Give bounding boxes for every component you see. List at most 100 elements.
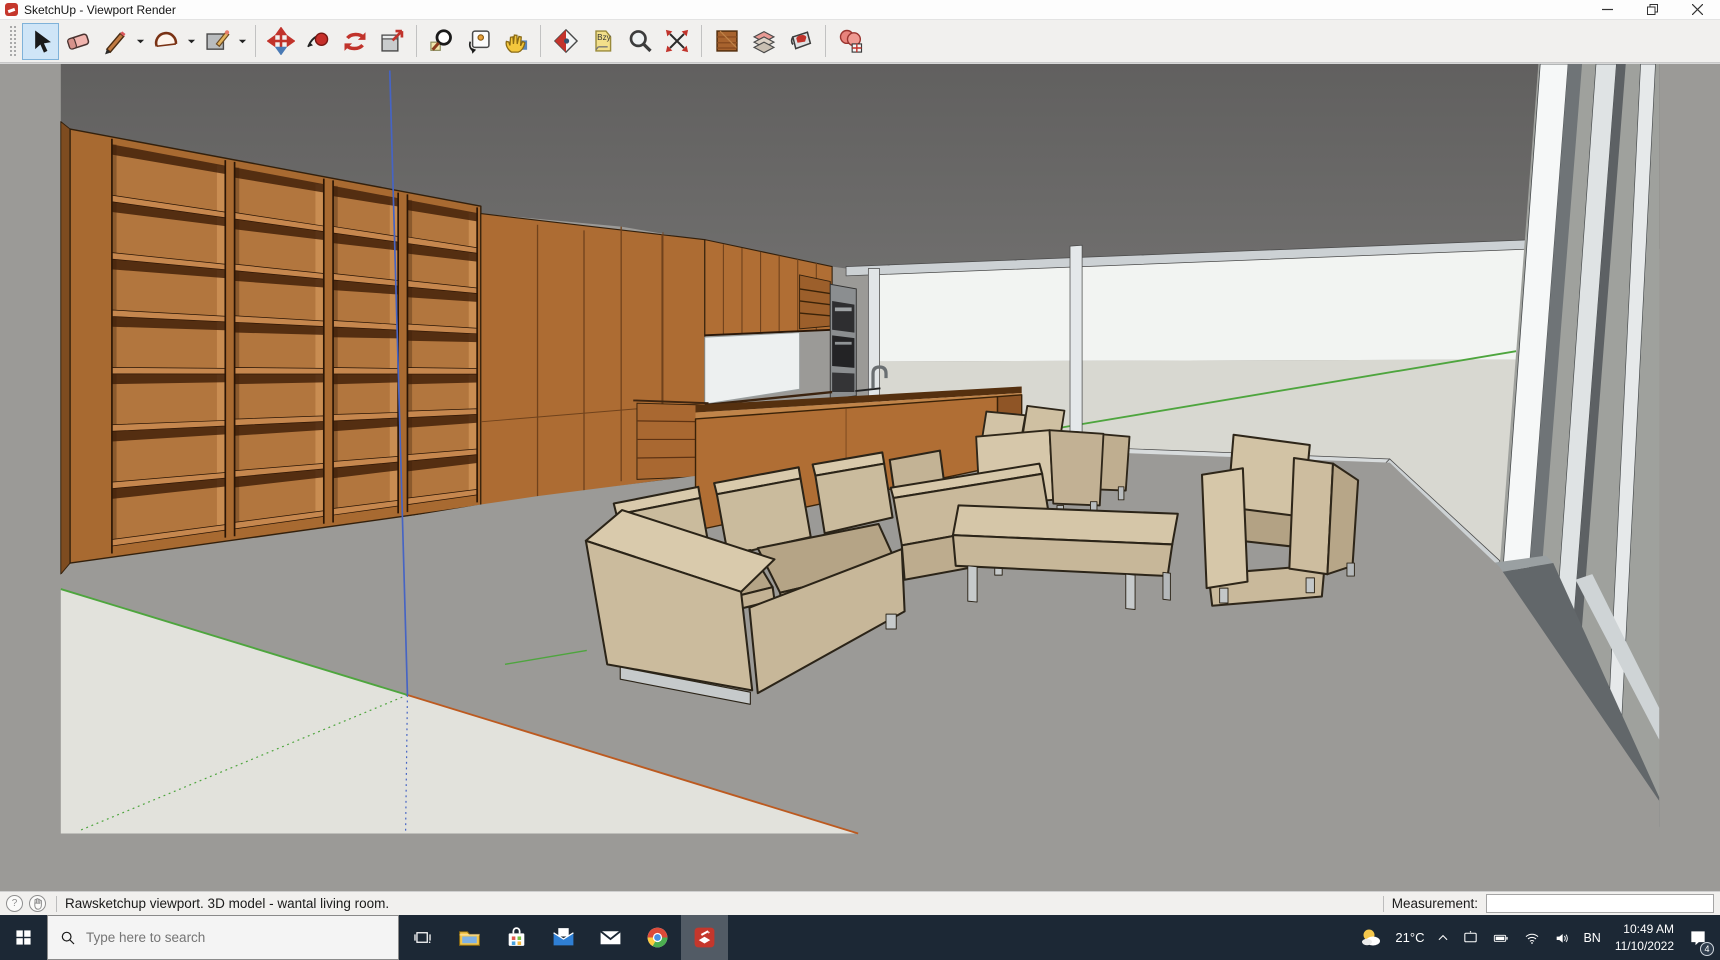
restore-button[interactable]: [1630, 0, 1675, 20]
taskbar-app-file-explorer[interactable]: [446, 915, 493, 960]
status-bar: ? Rawsketchup viewport. 3D model - wanta…: [0, 891, 1720, 915]
task-view-button[interactable]: [399, 915, 446, 960]
toolbar-separator: [416, 25, 417, 57]
windows-taskbar: 21°C BN 10:49 AM 11/10/2022: [0, 915, 1720, 960]
tool-paint-bucket-button[interactable]: [782, 23, 819, 60]
zoom-icon: [626, 27, 654, 55]
close-button[interactable]: [1675, 0, 1720, 20]
start-button[interactable]: [0, 915, 47, 960]
scale-icon: [378, 27, 406, 55]
tablet-mode-button[interactable]: [1456, 915, 1485, 960]
select-icon: [27, 27, 55, 55]
clock-date: 11/10/2022: [1615, 938, 1674, 954]
window-title: SketchUp - Viewport Render: [24, 3, 176, 17]
shapes-icon: [203, 27, 231, 55]
action-center-button[interactable]: 4: [1682, 915, 1720, 960]
tool-zoom-button[interactable]: [621, 23, 658, 60]
envelope-icon: [598, 925, 623, 950]
position-camera-icon: [465, 27, 493, 55]
zoom-extents-icon: [663, 27, 691, 55]
toolbar-separator: [255, 25, 256, 57]
measurement-separator: [1383, 896, 1384, 912]
tool-pan-button[interactable]: [497, 23, 534, 60]
speaker-icon: [1553, 930, 1571, 946]
taskbar-app-store[interactable]: [493, 915, 540, 960]
sketchup-logo-icon: [5, 3, 18, 16]
tray-overflow-button[interactable]: [1430, 915, 1456, 960]
tool-materials-button[interactable]: [708, 23, 745, 60]
store-icon: [504, 925, 529, 950]
minimize-button[interactable]: [1585, 0, 1630, 20]
chevron-down-icon: [187, 37, 196, 46]
tool-zoom-window-button[interactable]: [423, 23, 460, 60]
svg-text:Bzy: Bzy: [597, 33, 612, 42]
file-explorer-icon: [457, 925, 482, 950]
tool-move-button[interactable]: [262, 23, 299, 60]
taskbar-app-mail[interactable]: [540, 915, 587, 960]
move-icon: [267, 27, 295, 55]
zoom-window-icon: [428, 27, 456, 55]
viewport-3d-canvas[interactable]: [0, 63, 1720, 891]
tool-rotate-button[interactable]: [336, 23, 373, 60]
volume-button[interactable]: [1547, 915, 1577, 960]
section-plane-icon: [552, 27, 580, 55]
toolbar-separator: [540, 25, 541, 57]
sketchup-icon: [692, 925, 717, 950]
tool-components-button[interactable]: [832, 23, 869, 60]
tool-shapes-button[interactable]: [198, 23, 235, 60]
geolocation-button[interactable]: [29, 895, 46, 912]
toolbar-tools: Bzy: [22, 23, 869, 60]
chevron-up-icon: [1436, 931, 1450, 945]
status-separator: [56, 896, 57, 912]
weather-sun-icon: [1359, 926, 1383, 950]
tool-eraser-button[interactable]: [59, 23, 96, 60]
question-icon: ?: [12, 898, 18, 909]
battery-button[interactable]: [1485, 915, 1517, 960]
chevron-down-icon: [238, 37, 247, 46]
layers-icon: [750, 27, 778, 55]
task-view-icon: [413, 928, 432, 947]
components-icon: [837, 27, 865, 55]
tool-arc-dropdown[interactable]: [184, 23, 198, 60]
taskbar-search[interactable]: [47, 915, 399, 960]
help-button[interactable]: ?: [6, 895, 23, 912]
toolbar: Bzy: [0, 20, 1720, 63]
tool-select-button[interactable]: [22, 23, 59, 60]
tool-shapes-dropdown[interactable]: [235, 23, 249, 60]
tool-scale-button[interactable]: [373, 23, 410, 60]
hand-icon: [33, 898, 43, 910]
measurement-input[interactable]: [1486, 894, 1714, 913]
tool-axes-button[interactable]: Bzy: [584, 23, 621, 60]
line-icon: [101, 27, 129, 55]
toolbar-grip[interactable]: [10, 26, 16, 56]
system-tray: 21°C BN 10:49 AM 11/10/2022: [1353, 915, 1720, 960]
taskbar-app-sketchup[interactable]: [681, 915, 728, 960]
chrome-icon: [645, 925, 670, 950]
language-indicator[interactable]: BN: [1577, 915, 1606, 960]
tool-layers-button[interactable]: [745, 23, 782, 60]
tool-zoom-extents-button[interactable]: [658, 23, 695, 60]
measurement-label: Measurement:: [1392, 896, 1478, 911]
search-input[interactable]: [86, 930, 366, 945]
taskbar-app-chrome[interactable]: [634, 915, 681, 960]
arc-icon: [152, 27, 180, 55]
weather-button[interactable]: [1353, 915, 1389, 960]
battery-icon: [1491, 930, 1511, 946]
wifi-button[interactable]: [1517, 915, 1547, 960]
tool-arc-button[interactable]: [147, 23, 184, 60]
tool-position-camera-button[interactable]: [460, 23, 497, 60]
clock[interactable]: 10:49 AM 11/10/2022: [1607, 915, 1682, 960]
title-bar: SketchUp - Viewport Render: [0, 0, 1720, 20]
temperature-readout[interactable]: 21°C: [1389, 915, 1430, 960]
taskbar-app-envelope[interactable]: [587, 915, 634, 960]
pan-icon: [502, 27, 530, 55]
scene-render: [0, 64, 1720, 892]
tool-line-dropdown[interactable]: [133, 23, 147, 60]
tool-line-button[interactable]: [96, 23, 133, 60]
toolbar-separator: [701, 25, 702, 57]
rotate-icon: [341, 27, 369, 55]
minimize-icon: [1602, 4, 1613, 15]
tool-follow-me-button[interactable]: [299, 23, 336, 60]
tool-section-plane-button[interactable]: [547, 23, 584, 60]
device-icon: [1462, 929, 1479, 946]
